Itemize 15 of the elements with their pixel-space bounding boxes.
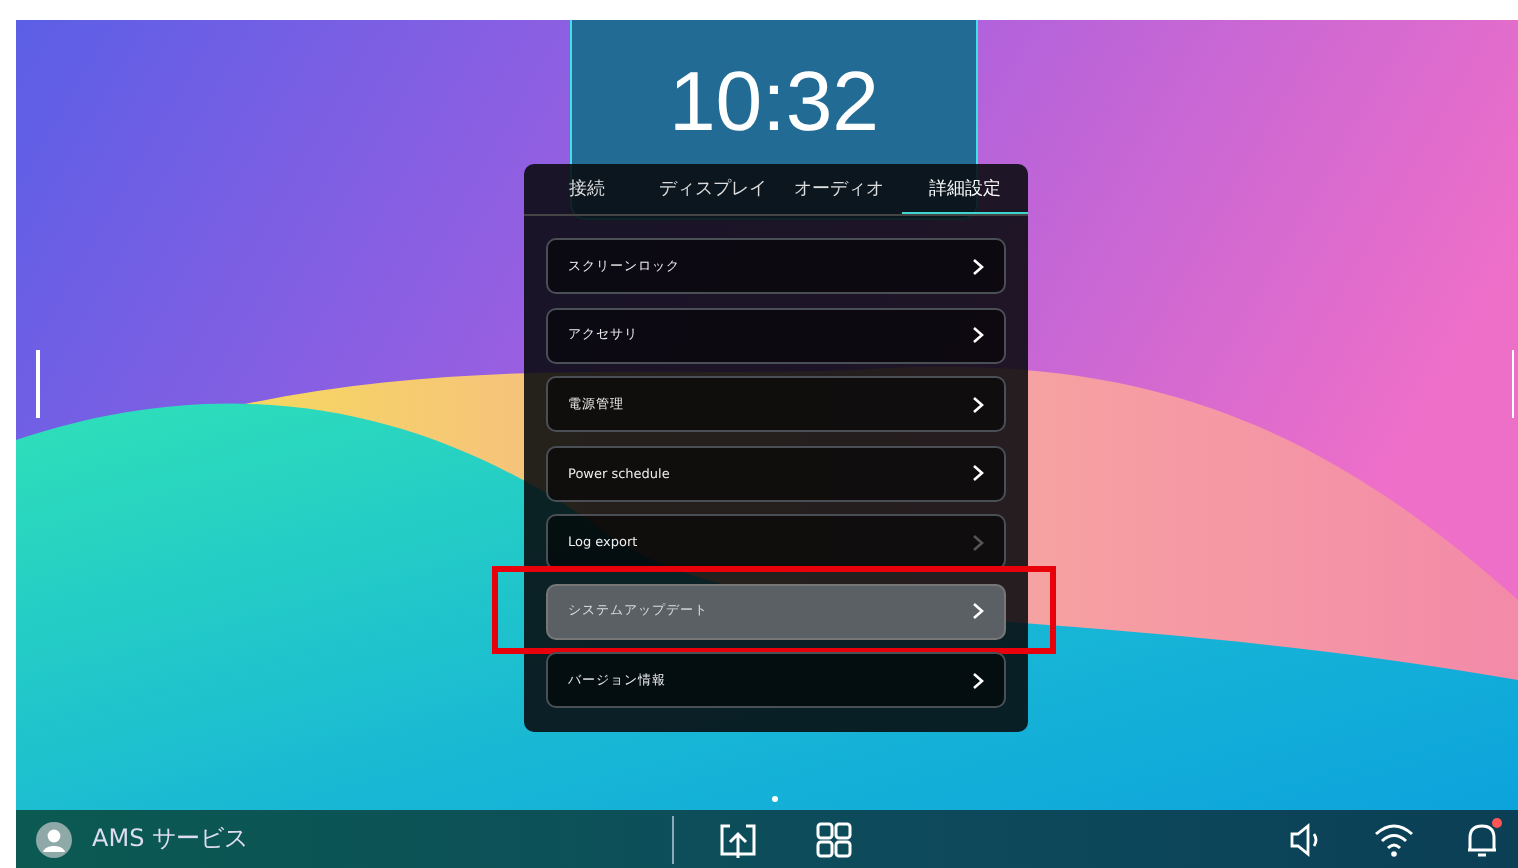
settings-tab[interactable]: 詳細設定 (902, 164, 1028, 214)
page-indicator (772, 796, 778, 802)
share-screen-icon[interactable] (718, 819, 758, 859)
clock-time: 10:32 (668, 60, 880, 148)
settings-tab[interactable]: 接続 (524, 164, 650, 214)
edge-handle[interactable] (1511, 350, 1514, 418)
edge-handle[interactable] (36, 350, 39, 418)
settings-tab[interactable]: ディスプレイ (650, 164, 776, 214)
bell-icon (1462, 819, 1502, 859)
settings-tab[interactable]: オーディオ (776, 164, 902, 214)
apps-grid-icon[interactable] (814, 819, 854, 859)
notification-button[interactable] (1462, 819, 1498, 859)
avatar-icon[interactable] (36, 821, 72, 857)
user-name: AMS サービス (92, 822, 248, 856)
wifi-icon[interactable] (1374, 819, 1414, 859)
